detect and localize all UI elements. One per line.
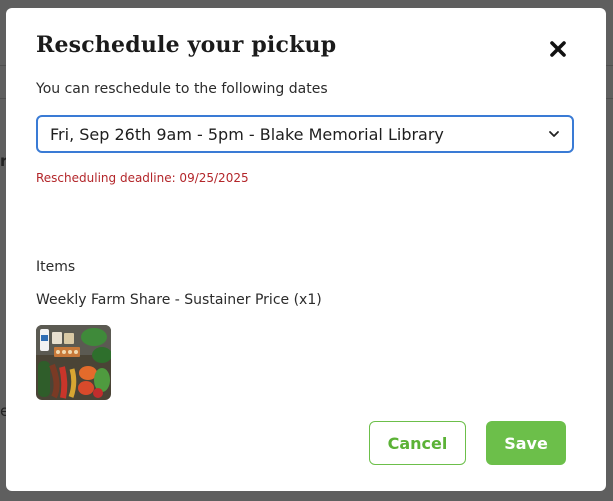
cancel-button[interactable]: Cancel — [369, 421, 466, 465]
close-icon — [550, 41, 566, 57]
date-select[interactable]: Fri, Sep 26th 9am - 5pm - Blake Memorial… — [36, 115, 574, 153]
farm-share-image — [36, 325, 111, 400]
chevron-down-icon — [549, 131, 559, 137]
close-button[interactable] — [544, 36, 572, 62]
modal-title: Reschedule your pickup — [36, 32, 337, 58]
date-select-value: Fri, Sep 26th 9am - 5pm - Blake Memorial… — [50, 124, 444, 144]
rescheduling-deadline: Rescheduling deadline: 09/25/2025 — [36, 171, 249, 185]
reschedule-modal: Reschedule your pickup You can reschedul… — [6, 8, 606, 491]
items-heading: Items — [36, 259, 76, 275]
modal-subtitle: You can reschedule to the following date… — [36, 81, 328, 97]
item-image — [36, 325, 111, 400]
item-name: Weekly Farm Share - Sustainer Price (x1) — [36, 292, 322, 308]
save-button[interactable]: Save — [486, 421, 566, 465]
